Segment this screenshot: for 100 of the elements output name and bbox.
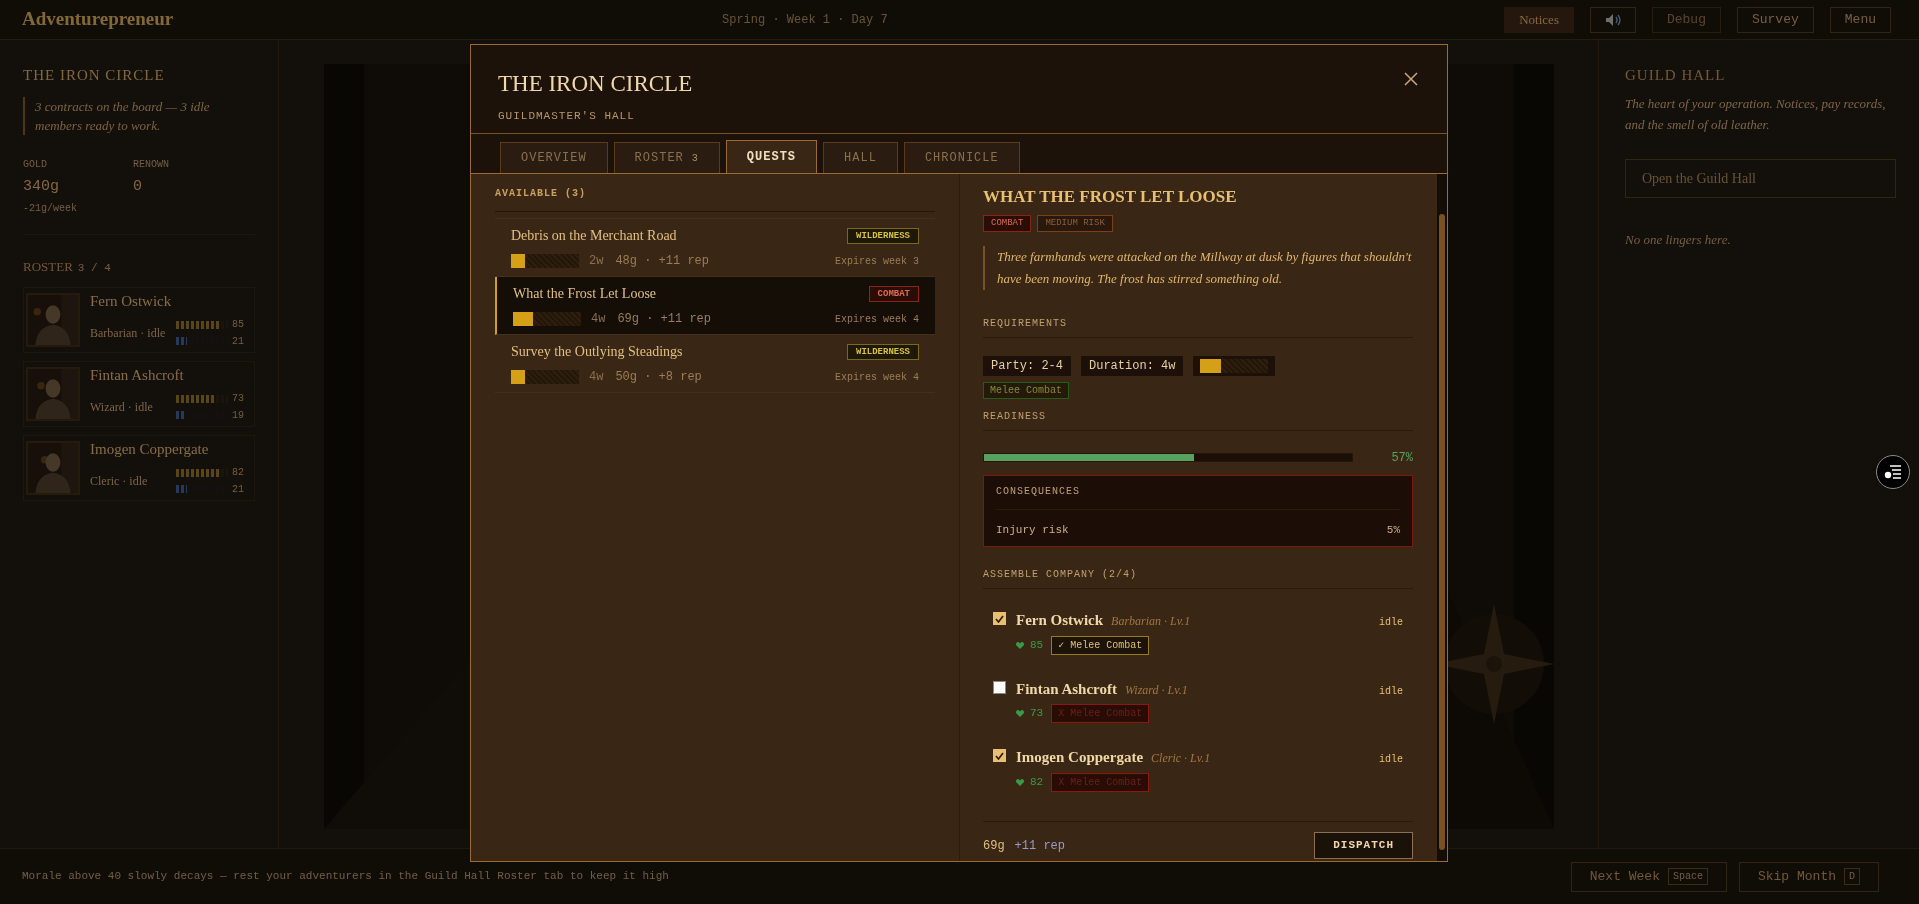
- member-name: Imogen Coppergate: [1016, 748, 1144, 767]
- reward-rep: +11 rep: [1014, 837, 1066, 855]
- floating-menu-button[interactable]: [1876, 455, 1910, 489]
- health-value: 82: [1030, 774, 1044, 790]
- health-value: 73: [232, 391, 244, 406]
- top-bar-button[interactable]: Survey: [1736, 6, 1814, 33]
- consequence-label: Injury risk: [996, 522, 1069, 538]
- difficulty-meter: [511, 370, 579, 384]
- quest-reward: 50g · +8 rep: [615, 369, 702, 386]
- roster-card[interactable]: Imogen Coppergate Cleric · idle 82 21: [23, 434, 255, 501]
- roster-count: 3 / 4: [77, 261, 111, 276]
- section-heading: READINESS: [983, 408, 1413, 431]
- open-hall-button[interactable]: Open the Guild Hall: [1625, 158, 1896, 198]
- skill-chip: ✓ Melee Combat: [1051, 635, 1150, 655]
- sound-button[interactable]: [1589, 6, 1636, 33]
- speaker-icon: [1604, 12, 1621, 27]
- quest-tag: WILDERNESS: [847, 227, 919, 244]
- hint-text: Morale above 40 slowly decays — rest your adventurers in the Guild Hall Roster tab to keep it high: [22, 869, 669, 885]
- button-label: Next Week: [1589, 867, 1660, 886]
- quest-tag: COMBAT: [983, 214, 1032, 232]
- quest-expiry: Expires week 4: [835, 370, 919, 385]
- consequence-value: 5%: [1386, 522, 1400, 538]
- section-heading: ASSEMBLE COMPANY (2/4): [983, 567, 1413, 589]
- quest-tag: WILDERNESS: [847, 343, 919, 360]
- guild-name: THE IRON CIRCLE: [23, 66, 166, 85]
- quest-tag: COMBAT: [868, 285, 919, 302]
- member-name: Imogen Coppergate: [90, 440, 210, 460]
- member-class: Wizard · Lv.1: [1125, 681, 1188, 699]
- empty-message: No one lingers here.: [1625, 230, 1732, 249]
- check-icon: [995, 614, 1004, 623]
- skill-chip: X Melee Combat: [1051, 704, 1150, 723]
- quest-duration: 2w: [589, 253, 604, 270]
- health-value: 85: [1030, 637, 1044, 653]
- scrollbar[interactable]: [1437, 174, 1447, 861]
- tab-count: 3: [691, 151, 699, 166]
- quest-row[interactable]: What the Frost Let Loose COMBAT 4w 69g · +11 rep Expires week 4: [495, 277, 935, 335]
- panel-description: The heart of your operation. Notices, pay records, and the smell of old leather.: [1625, 94, 1887, 134]
- roster-card[interactable]: Fintan Ashcroft Wizard · idle 73 19: [23, 360, 255, 427]
- reward-amount: 69g: [983, 837, 1005, 855]
- difficulty-meter: [511, 254, 579, 268]
- heart-icon: [1016, 641, 1024, 649]
- check-icon: [995, 751, 1004, 760]
- member-checkbox[interactable]: [993, 749, 1006, 762]
- app-title: Adventurepreneur: [22, 7, 175, 32]
- quest-row[interactable]: Survey the Outlying Steadings WILDERNESS 4w 50g · +8 rep Expires week 4: [495, 335, 935, 393]
- member-class: Barbarian · Lv.1: [1111, 613, 1191, 630]
- quest-duration: 4w: [589, 369, 604, 386]
- tab[interactable]: CHRONICLE: [903, 142, 1020, 173]
- member-role: Barbarian · idle: [90, 324, 167, 342]
- tab[interactable]: ROSTER 3: [613, 142, 720, 173]
- difficulty-meter: [1200, 358, 1269, 373]
- member-name: Fintan Ashcroft: [90, 366, 185, 386]
- stat-label: GOLD: [23, 157, 48, 172]
- quest-title: Survey the Outlying Steadings: [511, 343, 683, 361]
- member-checkbox[interactable]: [993, 680, 1006, 694]
- stat-note: -21g/week: [23, 202, 77, 216]
- heart-icon: [1016, 778, 1024, 786]
- top-bar-button[interactable]: Menu: [1829, 6, 1891, 33]
- quest-title: Debris on the Merchant Road: [511, 227, 677, 245]
- quest-expiry: Expires week 3: [835, 254, 919, 269]
- morale-value: 19: [232, 408, 244, 423]
- quest-title: What the Frost Let Loose: [513, 285, 657, 303]
- morale-value: 21: [232, 334, 244, 349]
- quest-heading: WHAT THE FROST LET LOOSE: [983, 186, 1238, 208]
- modal-title: THE IRON CIRCLE: [498, 70, 693, 98]
- button-label: Skip Month: [1757, 867, 1836, 886]
- close-button[interactable]: [1404, 71, 1420, 87]
- quest-expiry: Expires week 4: [835, 312, 919, 327]
- dispatch-button[interactable]: DISPATCH: [1314, 832, 1413, 859]
- list-settings-icon: [1884, 465, 1902, 479]
- quest-reward: 69g · +11 rep: [617, 311, 712, 328]
- skill-chip: X Melee Combat: [1051, 772, 1150, 792]
- tab[interactable]: QUESTS: [725, 140, 818, 173]
- roster-heading: ROSTER: [23, 258, 73, 276]
- member-checkbox[interactable]: [993, 612, 1006, 625]
- health-value: 82: [232, 465, 244, 480]
- panel-title: GUILD HALL: [1625, 66, 1727, 85]
- skill-chip: Melee Combat: [983, 381, 1069, 399]
- key-hint: D: [1844, 868, 1860, 885]
- requirement-chip: Party: 2-4: [983, 355, 1071, 376]
- footer-button[interactable]: Next Week Space: [1570, 861, 1727, 892]
- footer-button[interactable]: Skip Month D: [1738, 861, 1879, 892]
- tab[interactable]: OVERVIEW: [500, 142, 608, 173]
- tab[interactable]: HALL: [823, 142, 898, 173]
- roster-card[interactable]: Fern Ostwick Barbarian · idle 85 21: [23, 286, 255, 353]
- stat-value: 340g: [23, 176, 60, 197]
- member-status: idle: [1379, 684, 1403, 699]
- heart-icon: [1016, 710, 1024, 717]
- member-role: Wizard · idle: [90, 398, 154, 416]
- quest-tag: MEDIUM RISK: [1037, 214, 1113, 232]
- member-role: Cleric · idle: [90, 472, 149, 490]
- readiness-value: 57%: [1391, 449, 1413, 467]
- scrollbar-thumb[interactable]: [1439, 214, 1445, 850]
- member-name: Fern Ostwick: [90, 292, 173, 312]
- section-heading: AVAILABLE (3): [495, 186, 935, 212]
- date-label: Spring · Week 1 · Day 7: [722, 11, 888, 29]
- top-bar-button[interactable]: Notices: [1504, 6, 1574, 33]
- requirement-chip: Duration: 4w: [1081, 355, 1184, 376]
- member-name: Fintan Ashcroft: [1016, 679, 1117, 699]
- quest-duration: 4w: [591, 311, 606, 328]
